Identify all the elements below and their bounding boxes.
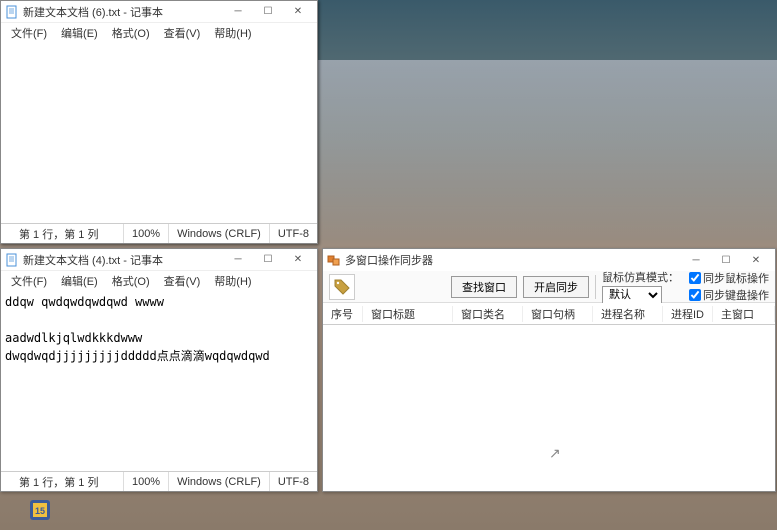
menu-format[interactable]: 格式(O) <box>106 24 156 42</box>
text-area[interactable]: ddqw qwdqwdqwdqwd wwww aadwdlkjqlwdkkkdw… <box>1 291 317 471</box>
window-controls: ─ ☐ ✕ <box>223 2 313 22</box>
minimize-button[interactable]: ─ <box>223 250 253 270</box>
status-zoom: 100% <box>123 224 168 243</box>
statusbar: 第 1 行，第 1 列 100% Windows (CRLF) UTF-8 <box>1 223 317 243</box>
start-sync-button[interactable]: 开启同步 <box>523 276 589 298</box>
status-eol: Windows (CRLF) <box>168 224 269 243</box>
window-title: 新建文本文档 (6).txt - 记事本 <box>23 4 223 20</box>
notepad-window-6[interactable]: 新建文本文档 (6).txt - 记事本 ─ ☐ ✕ 文件(F) 编辑(E) 格… <box>0 0 318 244</box>
col-index[interactable]: 序号 <box>323 306 363 322</box>
maximize-button[interactable]: ☐ <box>253 250 283 270</box>
menu-view[interactable]: 查看(V) <box>158 24 207 42</box>
titlebar[interactable]: 多窗口操作同步器 ─ ☐ ✕ <box>323 249 775 271</box>
menu-help[interactable]: 帮助(H) <box>208 24 257 42</box>
menubar: 文件(F) 编辑(E) 格式(O) 查看(V) 帮助(H) <box>1 271 317 291</box>
notepad-icon <box>5 5 19 19</box>
menu-format[interactable]: 格式(O) <box>106 272 156 290</box>
list-body[interactable]: ↗ <box>323 325 775 491</box>
statusbar: 第 1 行，第 1 列 100% Windows (CRLF) UTF-8 <box>1 471 317 491</box>
close-button[interactable]: ✕ <box>283 2 313 22</box>
col-pid[interactable]: 进程ID <box>663 306 713 322</box>
maximize-button[interactable]: ☐ <box>711 250 741 270</box>
mouse-mode-label: 鼠标仿真模式： <box>602 269 679 285</box>
status-eol: Windows (CRLF) <box>168 472 269 491</box>
find-window-button[interactable]: 查找窗口 <box>451 276 517 298</box>
col-hwnd[interactable]: 窗口句柄 <box>523 306 593 322</box>
titlebar[interactable]: 新建文本文档 (4).txt - 记事本 ─ ☐ ✕ <box>1 249 317 271</box>
status-zoom: 100% <box>123 472 168 491</box>
status-position: 第 1 行，第 1 列 <box>1 472 106 491</box>
status-position: 第 1 行，第 1 列 <box>1 224 106 243</box>
menubar: 文件(F) 编辑(E) 格式(O) 查看(V) 帮助(H) <box>1 23 317 43</box>
text-area[interactable] <box>1 43 317 223</box>
close-button[interactable]: ✕ <box>283 250 313 270</box>
menu-file[interactable]: 文件(F) <box>5 24 53 42</box>
col-main[interactable]: 主窗口 <box>713 306 775 322</box>
tag-icon[interactable] <box>329 274 355 300</box>
cursor-icon: ↗ <box>549 445 561 462</box>
titlebar[interactable]: 新建文本文档 (6).txt - 记事本 ─ ☐ ✕ <box>1 1 317 23</box>
window-title: 新建文本文档 (4).txt - 记事本 <box>23 252 223 268</box>
minimize-button[interactable]: ─ <box>223 2 253 22</box>
status-encoding: UTF-8 <box>269 472 317 491</box>
list-header: 序号 窗口标题 窗口类名 窗口句柄 进程名称 进程ID 主窗口 <box>323 303 775 325</box>
status-encoding: UTF-8 <box>269 224 317 243</box>
svg-text:15: 15 <box>35 506 45 516</box>
col-title[interactable]: 窗口标题 <box>363 306 453 322</box>
taskbar-app-icon[interactable]: 15 <box>28 498 52 522</box>
menu-help[interactable]: 帮助(H) <box>208 272 257 290</box>
col-class[interactable]: 窗口类名 <box>453 306 523 322</box>
multi-window-sync-app[interactable]: 多窗口操作同步器 ─ ☐ ✕ 查找窗口 开启同步 鼠标仿真模式： 默认 同步鼠标… <box>322 248 776 492</box>
menu-edit[interactable]: 编辑(E) <box>55 272 104 290</box>
mouse-mode-select[interactable]: 默认 <box>602 286 662 304</box>
col-procname[interactable]: 进程名称 <box>593 306 663 322</box>
minimize-button[interactable]: ─ <box>681 250 711 270</box>
menu-edit[interactable]: 编辑(E) <box>55 24 104 42</box>
menu-view[interactable]: 查看(V) <box>158 272 207 290</box>
toolbar: 查找窗口 开启同步 鼠标仿真模式： 默认 同步鼠标操作 同步键盘操作 <box>323 271 775 303</box>
menu-file[interactable]: 文件(F) <box>5 272 53 290</box>
close-button[interactable]: ✕ <box>741 250 771 270</box>
divider <box>595 275 596 299</box>
notepad-window-4[interactable]: 新建文本文档 (4).txt - 记事本 ─ ☐ ✕ 文件(F) 编辑(E) 格… <box>0 248 318 492</box>
sync-mouse-checkbox[interactable]: 同步鼠标操作 <box>689 270 769 286</box>
window-title: 多窗口操作同步器 <box>345 252 681 268</box>
app-icon <box>327 253 341 267</box>
window-controls: ─ ☐ ✕ <box>681 250 771 270</box>
sync-keyboard-checkbox[interactable]: 同步键盘操作 <box>689 287 769 303</box>
notepad-icon <box>5 253 19 267</box>
window-controls: ─ ☐ ✕ <box>223 250 313 270</box>
maximize-button[interactable]: ☐ <box>253 2 283 22</box>
